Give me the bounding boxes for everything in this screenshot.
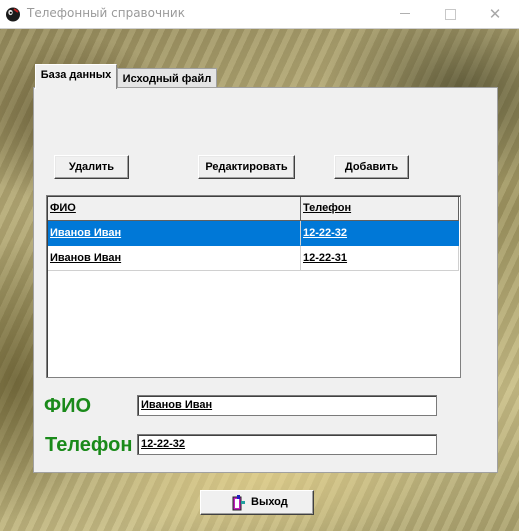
tab-control: База данных Исходный файл Удалить Редакт… xyxy=(33,64,499,474)
minimize-icon xyxy=(400,13,410,14)
app-window: Телефонный справочник ✕ База данных Исхо… xyxy=(0,0,519,531)
title-bar[interactable]: Телефонный справочник ✕ xyxy=(0,0,519,29)
close-icon: ✕ xyxy=(488,5,502,23)
table-row[interactable]: Иванов Иван 12-22-32 xyxy=(48,221,459,246)
cell-fio[interactable]: Иванов Иван xyxy=(48,246,301,271)
exit-label: Выход xyxy=(251,496,288,508)
phone-label: Телефон xyxy=(45,434,133,456)
column-header-phone[interactable]: Телефон xyxy=(301,197,459,221)
close-button[interactable]: ✕ xyxy=(485,4,505,24)
cell-phone[interactable]: 12-22-31 xyxy=(301,246,459,271)
maximize-icon xyxy=(444,9,456,20)
cell-phone[interactable]: 12-22-32 xyxy=(301,221,459,246)
app-icon xyxy=(6,7,20,22)
minimize-button[interactable] xyxy=(395,4,415,24)
phone-field[interactable]: 12-22-32 xyxy=(137,434,437,455)
contacts-grid[interactable]: ФИО Телефон Иванов Иван 12-22-32 Иванов … xyxy=(46,195,461,378)
column-header-fio[interactable]: ФИО xyxy=(48,197,301,221)
exit-button[interactable]: Выход xyxy=(200,490,314,515)
exit-door-icon xyxy=(232,495,245,511)
tab-panel-database: Удалить Редактировать Добавить ФИО Телеф… xyxy=(33,87,498,473)
maximize-button[interactable] xyxy=(440,4,460,24)
window-title: Телефонный справочник xyxy=(27,6,185,20)
grid-header: ФИО Телефон xyxy=(48,197,459,221)
tab-database[interactable]: База данных xyxy=(35,64,117,89)
fio-field[interactable]: Иванов Иван xyxy=(137,395,437,416)
fio-label: ФИО xyxy=(44,395,92,417)
cell-fio[interactable]: Иванов Иван xyxy=(48,221,301,246)
edit-button[interactable]: Редактировать xyxy=(198,155,295,179)
table-row[interactable]: Иванов Иван 12-22-31 xyxy=(48,246,459,271)
delete-button[interactable]: Удалить xyxy=(54,155,129,179)
tab-source-file[interactable]: Исходный файл xyxy=(117,68,217,89)
add-button[interactable]: Добавить xyxy=(334,155,409,179)
